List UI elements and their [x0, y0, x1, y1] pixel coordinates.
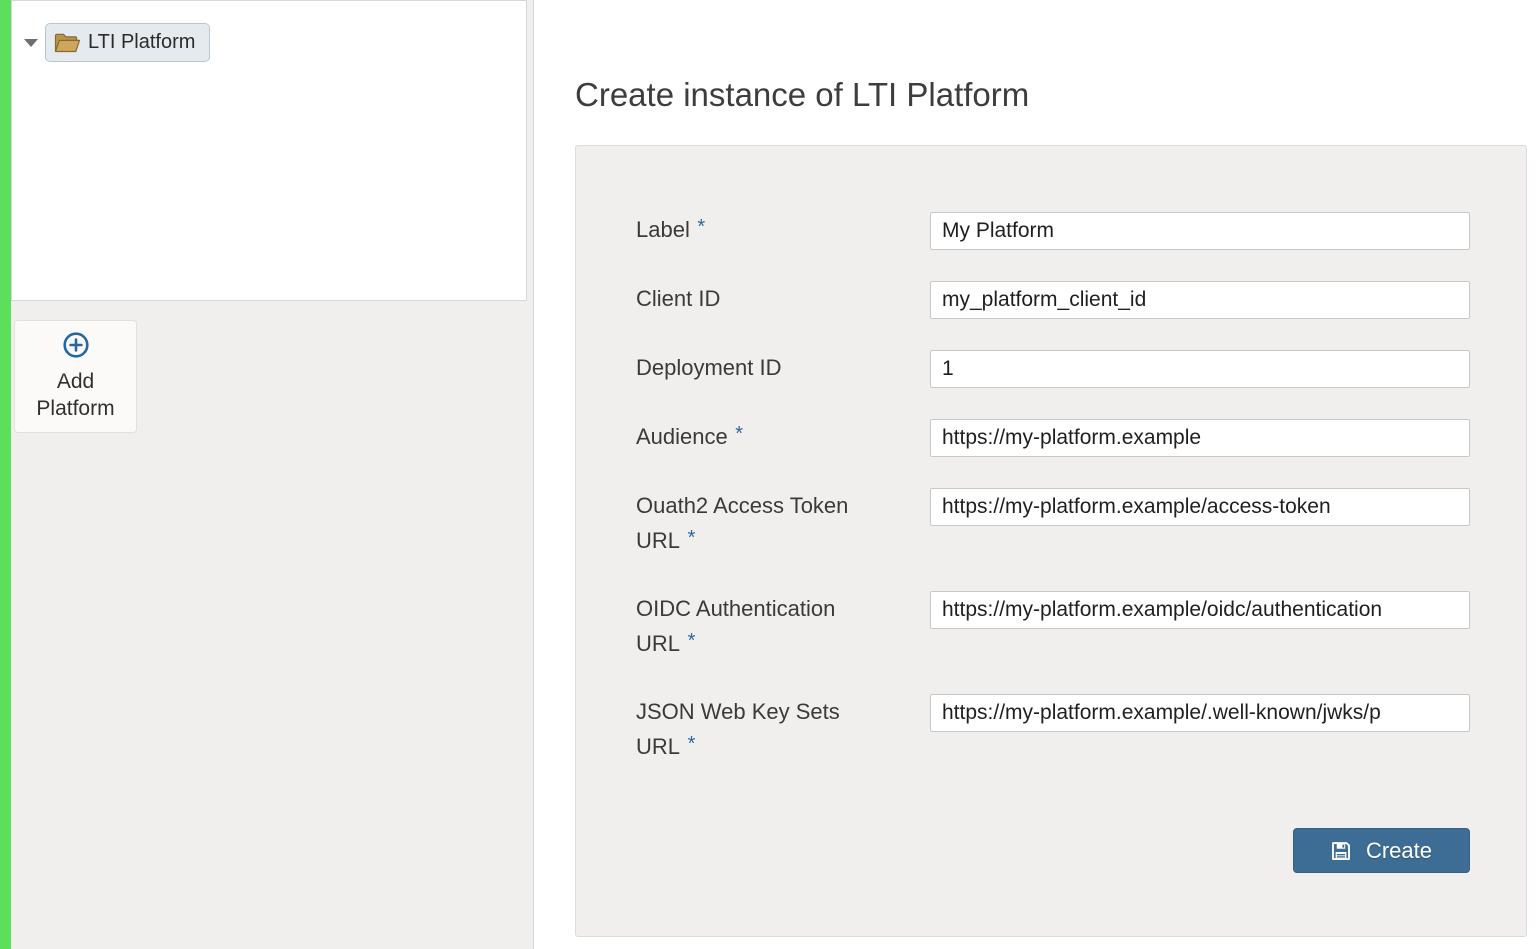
form-row-client-id: Client ID: [636, 281, 1470, 319]
tree-panel: LTI Platform: [11, 0, 527, 301]
field-label: Ouath2 Access Token URL *: [636, 488, 930, 560]
form-row-deployment-id: Deployment ID: [636, 350, 1470, 388]
field-label: Deployment ID: [636, 350, 930, 385]
json-web-key-sets-url-input[interactable]: [930, 694, 1470, 732]
form-row-oauth2-access-token-url: Ouath2 Access Token URL *: [636, 488, 1470, 560]
create-button[interactable]: Create: [1293, 828, 1470, 873]
required-asterisk: *: [682, 733, 695, 755]
create-platform-form: Label * Client ID Deployment ID Audience…: [575, 145, 1527, 937]
add-platform-button[interactable]: Add Platform: [14, 320, 137, 433]
required-asterisk: *: [682, 527, 695, 549]
plus-circle-icon: [62, 331, 90, 359]
tree-row: LTI Platform: [24, 23, 526, 62]
tree-item-label: LTI Platform: [88, 31, 195, 54]
accent-bar: [0, 0, 11, 949]
expand-caret-icon[interactable]: [24, 39, 38, 47]
add-platform-label: Add Platform: [30, 368, 122, 422]
field-label: Label *: [636, 212, 930, 249]
oidc-authentication-url-input[interactable]: [930, 591, 1470, 629]
save-icon: [1331, 841, 1351, 861]
required-asterisk: *: [682, 630, 695, 652]
form-row-audience: Audience *: [636, 419, 1470, 457]
open-folder-icon: [54, 32, 81, 54]
oauth2-access-token-url-input[interactable]: [930, 488, 1470, 526]
form-rows: Label * Client ID Deployment ID Audience…: [636, 212, 1470, 766]
page-title: Create instance of LTI Platform: [575, 76, 1029, 114]
tree-item-lti-platform[interactable]: LTI Platform: [45, 23, 210, 62]
field-label: Audience *: [636, 419, 930, 456]
form-row-json-web-key-sets-url: JSON Web Key Sets URL *: [636, 694, 1470, 766]
sidebar: LTI Platform Add Platform: [0, 0, 534, 949]
client-id-input[interactable]: [930, 281, 1470, 319]
field-label: OIDC Authentication URL *: [636, 591, 930, 663]
label-input[interactable]: [930, 212, 1470, 250]
form-row-oidc-authentication-url: OIDC Authentication URL *: [636, 591, 1470, 663]
field-label: Client ID: [636, 281, 930, 316]
required-asterisk: *: [692, 216, 705, 238]
deployment-id-input[interactable]: [930, 350, 1470, 388]
audience-input[interactable]: [930, 419, 1470, 457]
main-content: Create instance of LTI Platform Label * …: [535, 0, 1536, 949]
form-actions: Create: [636, 828, 1470, 873]
create-button-label: Create: [1366, 838, 1432, 864]
required-asterisk: *: [730, 423, 743, 445]
field-label: JSON Web Key Sets URL *: [636, 694, 930, 766]
form-row-label: Label *: [636, 212, 1470, 250]
